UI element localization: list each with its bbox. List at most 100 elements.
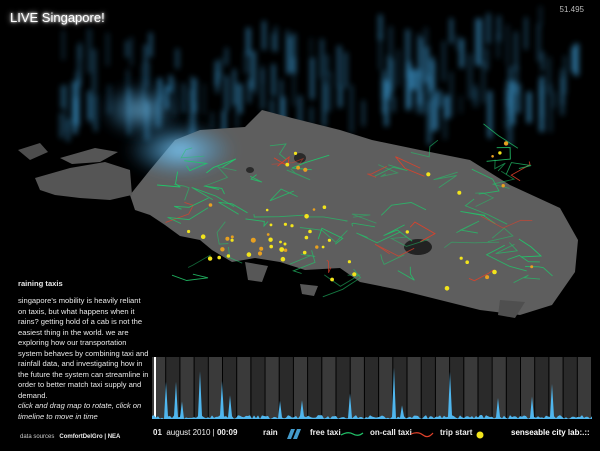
rain-cloud	[100, 82, 180, 138]
rain-column	[431, 62, 436, 101]
trip-start-dot	[491, 155, 494, 158]
rain-column	[260, 68, 265, 110]
rain-column	[485, 47, 488, 71]
day-band	[450, 357, 464, 419]
rain-column	[292, 68, 296, 107]
legend-on-call-taxi-label: on-call taxi	[370, 428, 412, 437]
legend-rain-label: rain	[263, 428, 278, 437]
date-day: 01	[153, 428, 162, 437]
section-title: raining taxis	[18, 279, 63, 288]
rain-column	[571, 47, 575, 72]
rain-column	[514, 31, 518, 71]
rain-column	[560, 69, 565, 106]
rain-column	[444, 95, 450, 119]
rain-column	[125, 40, 129, 58]
interaction-hint: click and drag map to rotate, click on t…	[18, 401, 142, 421]
date-display: 01 august 2010 | 00:09	[153, 428, 237, 437]
rain-column	[74, 104, 78, 124]
rain-column	[428, 82, 431, 99]
legend-trip-start-label: trip start	[440, 428, 473, 437]
trip-start-dot	[492, 269, 497, 275]
trip-start-dot	[283, 248, 288, 252]
rain-column	[247, 79, 251, 104]
trip-start-dot	[321, 245, 325, 249]
rain-column	[381, 78, 387, 100]
day-band	[577, 357, 591, 419]
rain-column	[60, 112, 63, 138]
rain-column	[250, 51, 255, 90]
trip-start-dot	[265, 208, 269, 212]
rain-column	[66, 119, 70, 142]
rain-column	[455, 35, 459, 51]
trip-start-dot	[304, 235, 309, 240]
timeline-cursor[interactable]	[154, 357, 156, 419]
rain-column	[232, 69, 236, 106]
day-band	[322, 357, 336, 419]
rain-column	[246, 27, 251, 55]
day-band	[464, 357, 478, 419]
rain-column	[468, 53, 473, 100]
rain-column	[130, 37, 133, 67]
rain-column	[427, 99, 432, 145]
rain-timeline[interactable]	[152, 355, 592, 421]
day-band	[421, 357, 435, 419]
day-bands	[152, 357, 591, 419]
trip-start-dot	[444, 286, 450, 291]
trip-start-dot	[279, 240, 282, 244]
trip-start-dot	[266, 233, 270, 236]
taxi-trace	[494, 159, 506, 172]
day-band	[407, 357, 421, 419]
western-islands	[35, 162, 132, 200]
trip-start-dot	[330, 277, 334, 282]
day-band	[506, 357, 520, 419]
day-band	[435, 357, 450, 419]
trip-start-dot	[327, 238, 331, 242]
rain-column	[274, 26, 278, 52]
rain-column	[168, 75, 173, 93]
rain-column	[235, 82, 239, 129]
rain-column	[225, 47, 229, 66]
rain-column	[310, 57, 315, 100]
trip-start-dot	[303, 167, 308, 172]
rain-column	[349, 84, 354, 133]
rain-column	[337, 45, 342, 88]
rain-column	[310, 37, 313, 55]
day-band	[563, 357, 577, 419]
trip-start-dot	[501, 184, 505, 188]
trip-start-dot	[207, 256, 213, 261]
rain-column	[424, 46, 430, 84]
day-band	[279, 357, 293, 419]
rain-column	[459, 95, 463, 114]
day-band	[350, 357, 364, 419]
rain-column	[547, 57, 551, 94]
trip-start-dot	[457, 190, 462, 195]
day-band	[208, 357, 222, 419]
day-band	[237, 357, 251, 419]
taxi-trace	[187, 254, 211, 268]
trip-start-dot	[279, 247, 285, 252]
rain-column	[238, 83, 243, 114]
time-display: 00:09	[216, 428, 238, 437]
trip-start-dot	[208, 203, 213, 207]
rain-column	[411, 69, 417, 90]
trip-start-dot	[498, 151, 502, 155]
rain-column	[419, 37, 423, 78]
trip-start-dot	[405, 230, 409, 234]
day-band	[265, 357, 279, 419]
islet	[300, 284, 318, 296]
islet	[18, 143, 48, 160]
trip-start-dot	[426, 172, 431, 177]
rain-column	[473, 83, 477, 101]
taxi-trace	[171, 273, 209, 281]
section-description: singapore's mobility is heavily reliant …	[18, 296, 149, 400]
trip-start-dot	[352, 272, 357, 277]
taxi-trace	[505, 162, 532, 175]
rain-column	[486, 13, 491, 44]
rain-column	[526, 91, 532, 123]
taxi-trace	[486, 147, 511, 162]
islet	[245, 262, 268, 282]
trip-start-dot	[230, 238, 234, 242]
rain-column	[262, 21, 266, 50]
rain-column	[405, 29, 411, 79]
trip-start-dot	[280, 256, 286, 262]
